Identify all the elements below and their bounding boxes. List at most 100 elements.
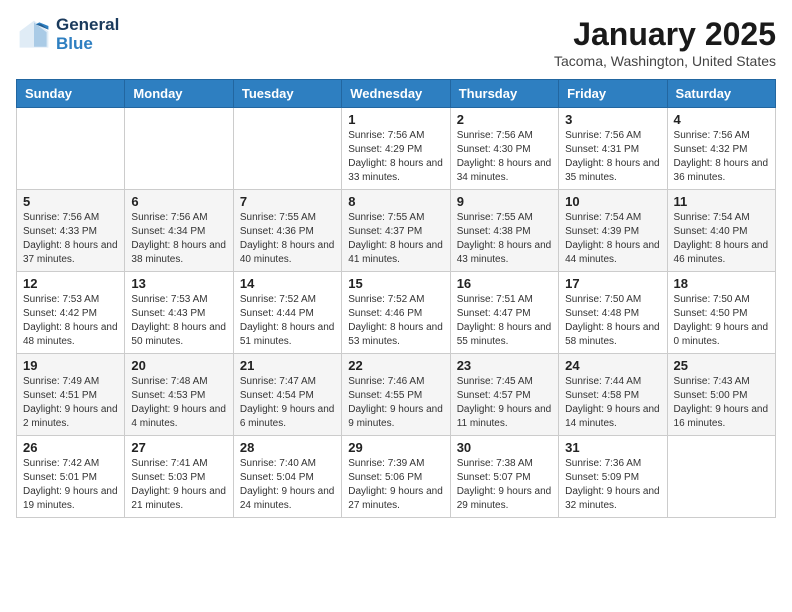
weekday-header-wednesday: Wednesday (342, 80, 450, 108)
day-number: 26 (23, 440, 118, 455)
weekday-header-row: SundayMondayTuesdayWednesdayThursdayFrid… (17, 80, 776, 108)
day-info: Sunrise: 7:50 AMSunset: 4:50 PMDaylight:… (674, 293, 769, 349)
calendar-cell: 18 Sunrise: 7:50 AMSunset: 4:50 PMDayligh… (667, 272, 775, 354)
day-number: 1 (348, 112, 443, 127)
calendar-cell: 8 Sunrise: 7:55 AMSunset: 4:37 PMDaylight… (342, 190, 450, 272)
day-info: Sunrise: 7:51 AMSunset: 4:47 PMDaylight:… (457, 293, 552, 349)
day-info: Sunrise: 7:55 AMSunset: 4:37 PMDaylight:… (348, 211, 443, 267)
calendar-cell (233, 108, 341, 190)
logo-text-block: General Blue (56, 16, 119, 53)
day-info: Sunrise: 7:47 AMSunset: 4:54 PMDaylight:… (240, 375, 335, 431)
calendar-cell: 15Sunrise: 7:52 AMSunset: 4:46 PMDayligh… (342, 272, 450, 354)
day-number: 12 (23, 276, 118, 291)
day-info: Sunrise: 7:55 AMSunset: 4:36 PMDaylight:… (240, 211, 335, 267)
calendar-cell: 31 Sunrise: 7:36 AMSunset: 5:09 PMDayligh… (559, 436, 667, 518)
day-number: 19 (23, 358, 118, 373)
day-number: 29 (348, 440, 443, 455)
calendar-cell: 1 Sunrise: 7:56 AMSunset: 4:29 PMDaylight… (342, 108, 450, 190)
calendar-table: SundayMondayTuesdayWednesdayThursdayFrid… (16, 79, 776, 518)
day-info: Sunrise: 7:41 AMSunset: 5:03 PMDaylight:… (131, 457, 226, 513)
day-info: Sunrise: 7:53 AMSunset: 4:43 PMDaylight:… (131, 293, 226, 349)
calendar-cell (125, 108, 233, 190)
calendar-cell: 9Sunrise: 7:55 AMSunset: 4:38 PMDaylight… (450, 190, 558, 272)
day-info: Sunrise: 7:56 AMSunset: 4:30 PMDaylight:… (457, 129, 552, 185)
day-number: 17 (565, 276, 660, 291)
logo-line2: Blue (56, 35, 119, 54)
calendar-cell: 28 Sunrise: 7:40 AMSunset: 5:04 PMDayligh… (233, 436, 341, 518)
calendar-cell: 4 Sunrise: 7:56 AMSunset: 4:32 PMDaylight… (667, 108, 775, 190)
calendar-cell: 22Sunrise: 7:46 AMSunset: 4:55 PMDayligh… (342, 354, 450, 436)
day-number: 9 (457, 194, 552, 209)
day-number: 20 (131, 358, 226, 373)
week-row-3: 12Sunrise: 7:53 AMSunset: 4:42 PMDayligh… (17, 272, 776, 354)
week-row-2: 5Sunrise: 7:56 AMSunset: 4:33 PMDaylight… (17, 190, 776, 272)
page-header: General Blue January 2025 Tacoma, Washin… (16, 16, 776, 69)
month-title: January 2025 (554, 16, 776, 53)
title-block: January 2025 Tacoma, Washington, United … (554, 16, 776, 69)
calendar-cell: 25 Sunrise: 7:43 AMSunset: 5:00 PMDayligh… (667, 354, 775, 436)
day-number: 2 (457, 112, 552, 127)
calendar-cell: 26 Sunrise: 7:42 AMSunset: 5:01 PMDayligh… (17, 436, 125, 518)
calendar-cell: 20 Sunrise: 7:48 AMSunset: 4:53 PMDayligh… (125, 354, 233, 436)
day-info: Sunrise: 7:50 AMSunset: 4:48 PMDaylight:… (565, 293, 660, 349)
day-info: Sunrise: 7:44 AMSunset: 4:58 PMDaylight:… (565, 375, 660, 431)
day-number: 31 (565, 440, 660, 455)
calendar-cell: 10Sunrise: 7:54 AMSunset: 4:39 PMDayligh… (559, 190, 667, 272)
day-number: 11 (674, 194, 769, 209)
day-number: 21 (240, 358, 335, 373)
day-number: 8 (348, 194, 443, 209)
calendar-cell: 2 Sunrise: 7:56 AMSunset: 4:30 PMDaylight… (450, 108, 558, 190)
calendar-cell: 3 Sunrise: 7:56 AMSunset: 4:31 PMDaylight… (559, 108, 667, 190)
day-info: Sunrise: 7:45 AMSunset: 4:57 PMDaylight:… (457, 375, 552, 431)
calendar-cell: 7 Sunrise: 7:55 AMSunset: 4:36 PMDaylight… (233, 190, 341, 272)
calendar-cell (17, 108, 125, 190)
day-number: 25 (674, 358, 769, 373)
day-number: 14 (240, 276, 335, 291)
weekday-header-sunday: Sunday (17, 80, 125, 108)
day-info: Sunrise: 7:52 AMSunset: 4:44 PMDaylight:… (240, 293, 335, 349)
day-info: Sunrise: 7:54 AMSunset: 4:40 PMDaylight:… (674, 211, 769, 267)
calendar-cell: 24Sunrise: 7:44 AMSunset: 4:58 PMDayligh… (559, 354, 667, 436)
day-info: Sunrise: 7:56 AMSunset: 4:34 PMDaylight:… (131, 211, 226, 267)
day-number: 4 (674, 112, 769, 127)
calendar-cell: 23 Sunrise: 7:45 AMSunset: 4:57 PMDayligh… (450, 354, 558, 436)
day-number: 18 (674, 276, 769, 291)
calendar-cell: 21 Sunrise: 7:47 AMSunset: 4:54 PMDayligh… (233, 354, 341, 436)
day-number: 13 (131, 276, 226, 291)
logo-icon (16, 17, 52, 53)
calendar-cell: 6Sunrise: 7:56 AMSunset: 4:34 PMDaylight… (125, 190, 233, 272)
day-info: Sunrise: 7:42 AMSunset: 5:01 PMDaylight:… (23, 457, 118, 513)
week-row-4: 19 Sunrise: 7:49 AMSunset: 4:51 PMDayligh… (17, 354, 776, 436)
day-info: Sunrise: 7:40 AMSunset: 5:04 PMDaylight:… (240, 457, 335, 513)
week-row-5: 26 Sunrise: 7:42 AMSunset: 5:01 PMDayligh… (17, 436, 776, 518)
day-info: Sunrise: 7:56 AMSunset: 4:29 PMDaylight:… (348, 129, 443, 185)
day-info: Sunrise: 7:39 AMSunset: 5:06 PMDaylight:… (348, 457, 443, 513)
day-info: Sunrise: 7:56 AMSunset: 4:33 PMDaylight:… (23, 211, 118, 267)
day-info: Sunrise: 7:36 AMSunset: 5:09 PMDaylight:… (565, 457, 660, 513)
day-info: Sunrise: 7:43 AMSunset: 5:00 PMDaylight:… (674, 375, 769, 431)
calendar-cell: 11 Sunrise: 7:54 AMSunset: 4:40 PMDayligh… (667, 190, 775, 272)
day-number: 10 (565, 194, 660, 209)
day-info: Sunrise: 7:56 AMSunset: 4:31 PMDaylight:… (565, 129, 660, 185)
day-number: 23 (457, 358, 552, 373)
day-number: 27 (131, 440, 226, 455)
day-info: Sunrise: 7:48 AMSunset: 4:53 PMDaylight:… (131, 375, 226, 431)
calendar-cell: 12Sunrise: 7:53 AMSunset: 4:42 PMDayligh… (17, 272, 125, 354)
weekday-header-tuesday: Tuesday (233, 80, 341, 108)
weekday-header-monday: Monday (125, 80, 233, 108)
calendar-cell: 27 Sunrise: 7:41 AMSunset: 5:03 PMDayligh… (125, 436, 233, 518)
day-number: 7 (240, 194, 335, 209)
day-info: Sunrise: 7:46 AMSunset: 4:55 PMDaylight:… (348, 375, 443, 431)
day-number: 3 (565, 112, 660, 127)
calendar-cell (667, 436, 775, 518)
day-number: 16 (457, 276, 552, 291)
location: Tacoma, Washington, United States (554, 53, 776, 69)
week-row-1: 1 Sunrise: 7:56 AMSunset: 4:29 PMDaylight… (17, 108, 776, 190)
day-number: 28 (240, 440, 335, 455)
day-info: Sunrise: 7:38 AMSunset: 5:07 PMDaylight:… (457, 457, 552, 513)
day-number: 30 (457, 440, 552, 455)
calendar-cell: 5Sunrise: 7:56 AMSunset: 4:33 PMDaylight… (17, 190, 125, 272)
day-info: Sunrise: 7:49 AMSunset: 4:51 PMDaylight:… (23, 375, 118, 431)
day-info: Sunrise: 7:52 AMSunset: 4:46 PMDaylight:… (348, 293, 443, 349)
day-info: Sunrise: 7:56 AMSunset: 4:32 PMDaylight:… (674, 129, 769, 185)
